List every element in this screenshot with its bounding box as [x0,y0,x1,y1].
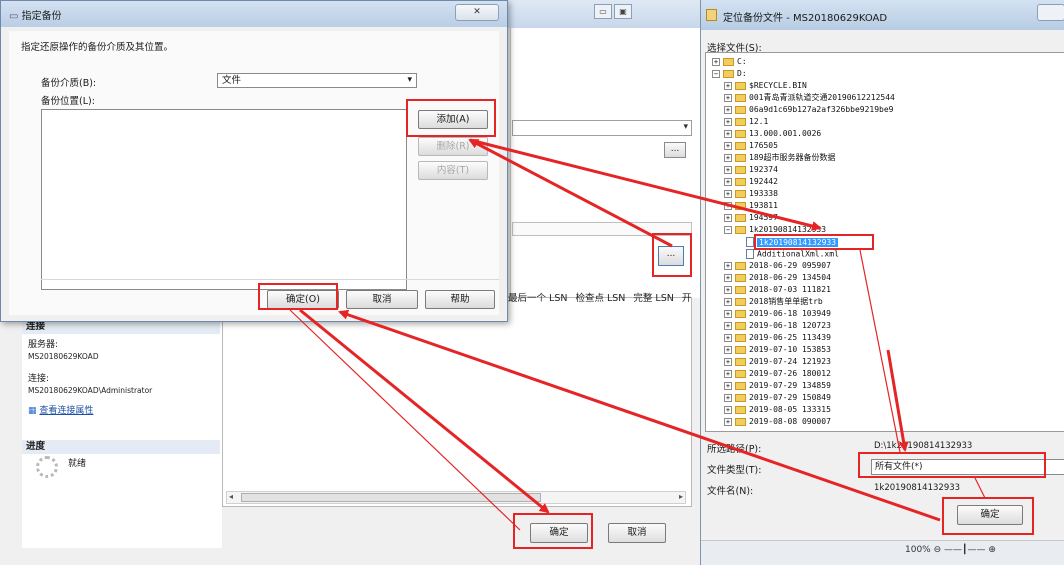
arrow-file-to-type [859,249,901,453]
arrow-thin-to-restore-ok [289,309,521,531]
screenshot: ▭▣ ... ... 最后一个 LSN检查点 LSN完整 LSN开 ◂ ▸ 连接… [0,0,1064,565]
arrow-to-add [468,138,673,248]
arrow-type-to-ok [974,477,986,499]
arrow-to-file [469,138,822,231]
annotation-arrows [289,138,986,531]
